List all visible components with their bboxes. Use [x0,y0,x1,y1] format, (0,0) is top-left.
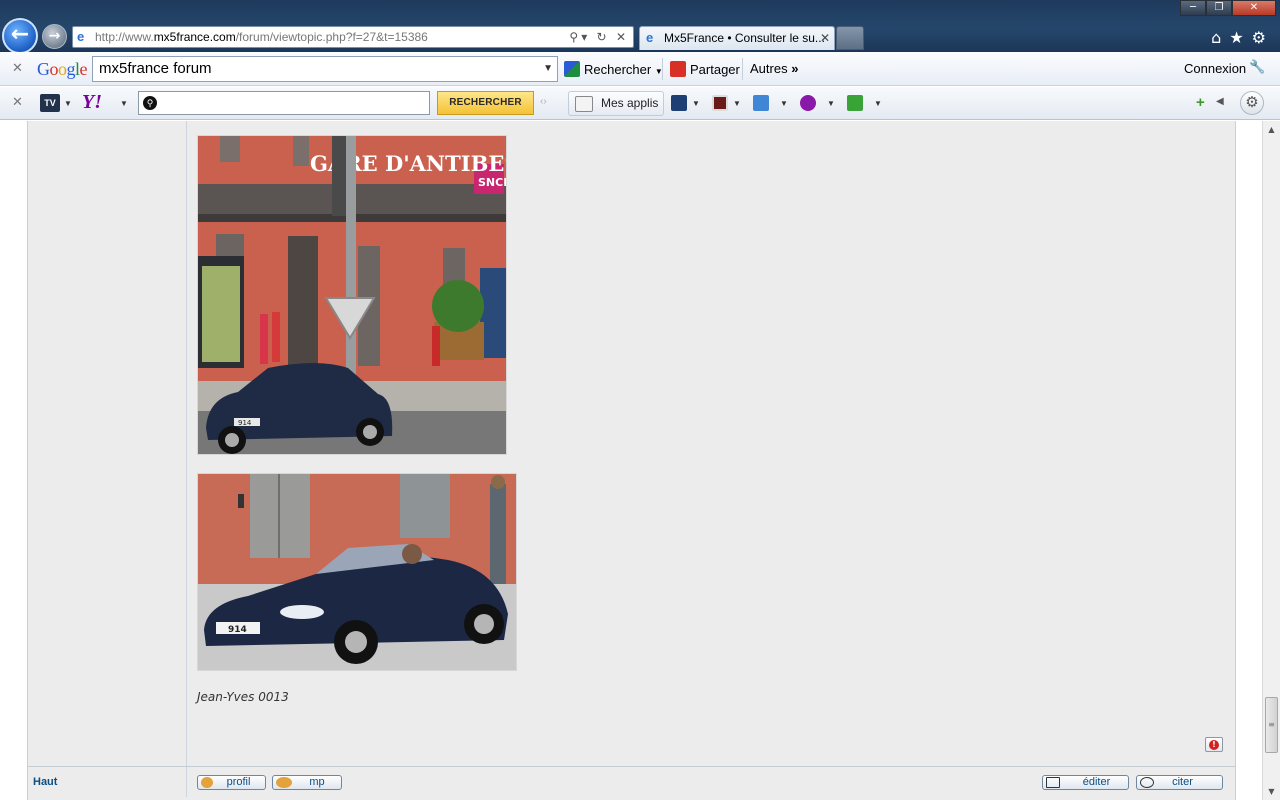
minimize-icon[interactable]: ─ [1180,0,1206,16]
quote-bubble-icon [1140,777,1154,788]
address-tools-icons[interactable]: ⚲▾ ↻ ✕ [569,27,629,47]
settings-gear-icon[interactable]: ⚙ [1240,91,1264,115]
back-arrow-icon[interactable]: ← [2,18,38,54]
yahoo-toolbar: ✕ TV ▼ Y! ▼ ⚲ RECHERCHER ‹› Mes applis ▼… [0,87,1280,120]
yahoo-logo[interactable]: Y! [82,91,102,114]
star-icon[interactable]: ★ [1229,28,1251,47]
chevron-left-icon[interactable]: ◀ [1216,96,1224,107]
close-toolbar-icon[interactable]: ✕ [12,94,23,110]
google-search-button[interactable]: Rechercher ▼ [564,61,663,77]
edit-pencil-icon [1046,777,1060,788]
video-icon[interactable] [671,95,687,111]
gear-icon[interactable]: ⚙ [1252,28,1274,47]
chevron-down-icon[interactable]: ▼ [827,99,835,108]
convertible-photo: 914 [198,474,516,670]
chevron-down-icon[interactable]: ▼ [120,99,128,108]
address-bar[interactable]: e http://www.mx5france.com/forum/viewtop… [72,26,634,48]
mail-icon[interactable] [753,95,769,111]
post-footer: Haut profil mp éditer citer [28,766,1236,796]
user-icon [201,777,213,788]
tab-favicon: e [646,30,654,45]
scroll-up-icon[interactable]: ▲ [1263,121,1280,138]
google-search-input[interactable]: mx5france forum ▼ [92,56,558,82]
url-prefix: http://www. [95,30,154,44]
yahoo-search-button[interactable]: RECHERCHER [437,91,534,115]
sncf-logo: SNCF [478,176,507,189]
widget-icon[interactable] [847,95,863,111]
new-tab-button[interactable] [836,26,864,50]
tab-close-icon[interactable]: ✕ [820,27,830,49]
private-message-button[interactable]: mp [272,775,342,790]
share-icon [670,61,686,77]
plate-number: 914 [238,419,252,427]
google-search-icon [564,61,580,77]
scrollbar-thumb[interactable]: ≡ [1265,697,1278,753]
vertical-scrollbar[interactable]: ▲ ≡ ▼ [1262,121,1280,800]
ie-page-icon: e [77,29,85,44]
google-toolbar: ✕ Google mx5france forum ▼ Rechercher ▼ … [0,52,1280,86]
toolbar-separator [662,58,663,80]
apps-icon [575,96,593,112]
chevron-down-icon[interactable]: ▼ [543,57,553,81]
tab-title: Mx5France • Consulter le su... [664,31,825,45]
signin-button[interactable]: Connexion [1184,61,1246,76]
post-image-convertible[interactable]: 914 [197,473,517,671]
photo-icon[interactable] [712,95,728,111]
toolbar-separator [742,58,743,80]
forum-post: SNCF GARE D'ANTIBES 914 [27,121,1236,800]
chevron-down-icon[interactable]: ▼ [780,99,788,108]
url-domain: mx5france.com [153,30,236,44]
google-search-value: mx5france forum [99,60,212,77]
back-to-top-link[interactable]: Haut [33,776,57,788]
url-path: /forum/viewtopic.php?f=27&t=15386 [235,30,428,44]
maximize-icon[interactable]: ❐ [1206,0,1232,16]
post-image-antibes-station[interactable]: SNCF GARE D'ANTIBES 914 [197,135,507,455]
edit-button[interactable]: éditer [1042,775,1129,790]
chevron-down-icon[interactable]: ▼ [874,99,882,108]
browser-right-icons: ⌂★⚙ [1211,28,1274,47]
page-viewport: SNCF GARE D'ANTIBES 914 [0,121,1262,800]
double-chevron-icon: » [791,61,799,76]
close-toolbar-icon[interactable]: ✕ [12,60,23,76]
window-controls: ─ ❐ ✕ [1180,0,1276,16]
profile-button[interactable]: profil [197,775,266,790]
post-profile-column [28,121,187,797]
chevron-down-icon[interactable]: ▼ [692,99,700,108]
forward-arrow-icon[interactable]: → [42,24,67,49]
scroll-down-icon[interactable]: ▼ [1263,783,1280,800]
yahoo-search-input[interactable]: ⚲ [138,91,430,115]
more-button[interactable]: Autres » [750,61,798,76]
warning-icon: ! [1209,740,1219,750]
wrench-icon[interactable]: 🔧 [1249,59,1265,75]
users-icon [276,777,292,788]
home-icon[interactable]: ⌂ [1211,28,1229,47]
station-photo: SNCF GARE D'ANTIBES 914 [198,136,507,454]
tab-active[interactable]: e Mx5France • Consulter le su... ✕ [639,26,835,50]
post-caption: Jean-Yves 0013 [197,690,289,704]
chevron-down-icon[interactable]: ▼ [64,99,72,108]
share-button[interactable]: Partager [670,61,740,77]
browser-titlebar: ← → e http://www.mx5france.com/forum/vie… [0,0,1280,54]
yahoo-mon-icon[interactable] [800,95,816,111]
close-window-icon[interactable]: ✕ [1232,0,1276,16]
google-logo[interactable]: Google [37,59,87,80]
add-icon[interactable]: + [1196,94,1205,111]
drag-handle-icon[interactable]: ‹› [540,96,547,107]
my-apps-button[interactable]: Mes applis [568,91,664,116]
plate-number: 914 [228,625,247,635]
tv-icon[interactable]: TV [40,94,60,112]
report-post-button[interactable]: ! [1205,737,1223,752]
chevron-down-icon[interactable]: ▼ [733,99,741,108]
quote-button[interactable]: citer [1136,775,1223,790]
search-icon: ⚲ [143,96,157,110]
